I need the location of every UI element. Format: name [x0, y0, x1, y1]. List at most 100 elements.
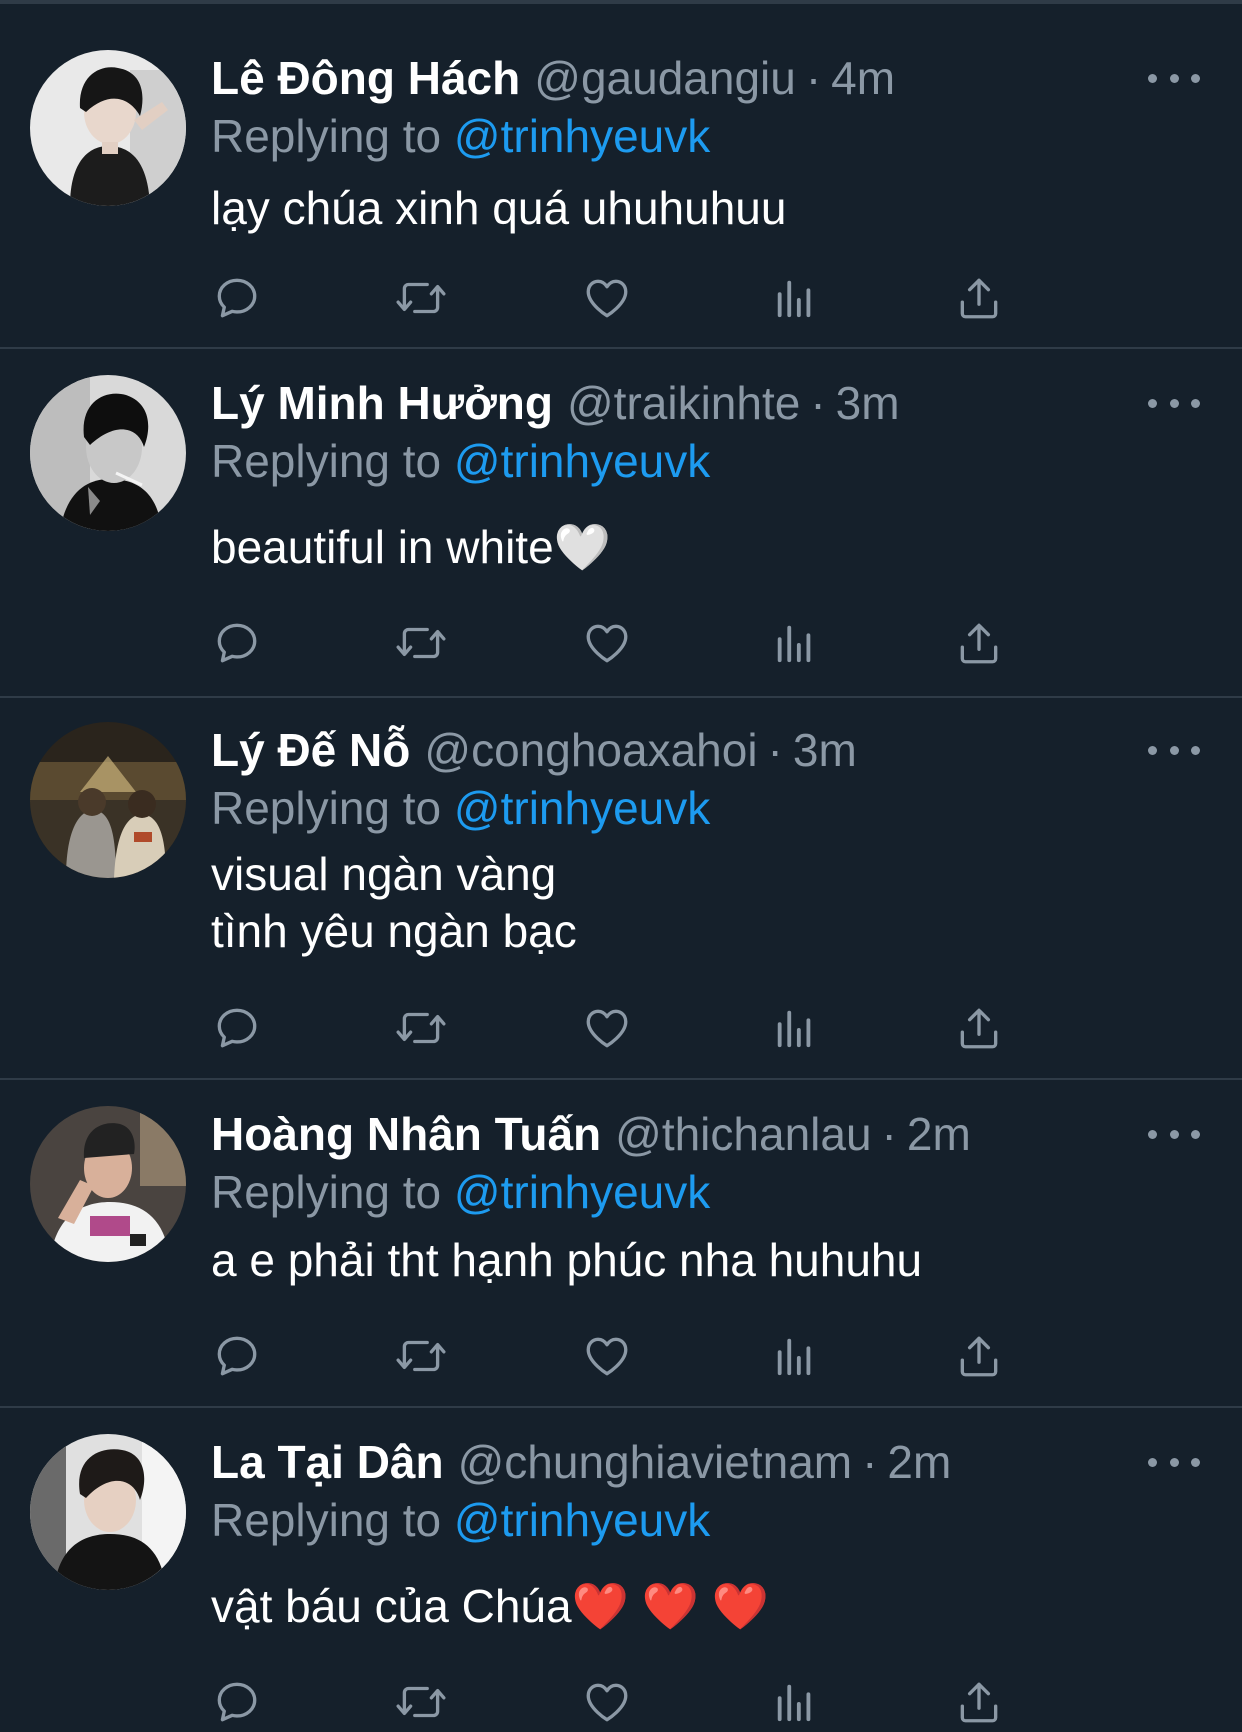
- more-dot: [1148, 1129, 1157, 1139]
- timestamp[interactable]: 3m: [793, 724, 857, 776]
- display-name[interactable]: Hoàng Nhân Tuấn: [211, 1108, 601, 1160]
- views-button[interactable]: [765, 268, 825, 328]
- retweet-icon: [396, 627, 446, 659]
- more-dot: [1169, 745, 1179, 755]
- share-button[interactable]: [949, 613, 1009, 673]
- retweet-button[interactable]: [391, 998, 451, 1058]
- tweet-actions: [211, 1326, 1091, 1386]
- like-icon: [586, 1009, 628, 1048]
- more-options-button[interactable]: [1148, 60, 1200, 96]
- retweet-button[interactable]: [391, 1326, 451, 1386]
- avatar[interactable]: [30, 375, 186, 531]
- avatar[interactable]: [30, 50, 186, 206]
- user-handle[interactable]: @chunghiavietnam: [458, 1436, 852, 1488]
- views-icon: [777, 625, 811, 663]
- more-options-button[interactable]: [1148, 385, 1200, 421]
- avatar[interactable]: [30, 1434, 186, 1590]
- views-icon: [777, 1338, 811, 1376]
- like-button[interactable]: [577, 613, 637, 673]
- share-button[interactable]: [949, 1326, 1009, 1386]
- reply-tweet[interactable]: Lý Minh Hưởng @traikinhte · 3m Replying to …: [0, 349, 1242, 698]
- views-icon: [777, 1684, 811, 1722]
- reply-button[interactable]: [207, 613, 267, 673]
- more-options-button[interactable]: [1148, 1116, 1200, 1152]
- reply-tweet[interactable]: Lê Đông Hách @gaudangiu · 4m Replying to @t…: [0, 4, 1242, 349]
- retweet-button[interactable]: [391, 613, 451, 673]
- like-icon: [586, 279, 628, 318]
- retweet-icon: [396, 282, 446, 314]
- share-button[interactable]: [949, 998, 1009, 1058]
- user-handle[interactable]: @traikinhte: [567, 377, 800, 429]
- mention-link[interactable]: @trinhyeuvk: [454, 110, 710, 162]
- more-dot: [1148, 1457, 1157, 1467]
- more-options-button[interactable]: [1148, 732, 1200, 768]
- more-dot: [1191, 73, 1200, 83]
- more-dot: [1169, 1457, 1179, 1467]
- user-handle[interactable]: @conghoaxahoi: [424, 724, 757, 776]
- like-button[interactable]: [577, 998, 637, 1058]
- views-button[interactable]: [765, 998, 825, 1058]
- tweet-text: lạy chúa xinh quá uhuhuhuu: [211, 182, 787, 234]
- reply-icon: [217, 1336, 257, 1376]
- tweet-header: La Tại Dân @chunghiavietnam · 2m: [211, 1430, 951, 1494]
- tweet-header: Lê Đông Hách @gaudangiu · 4m: [211, 46, 895, 110]
- tweet-actions: [211, 268, 1091, 328]
- display-name[interactable]: Lý Minh Hưởng: [211, 377, 553, 429]
- views-icon: [777, 280, 811, 318]
- display-name[interactable]: Lý Đế Nỗ: [211, 724, 410, 776]
- replying-to-label: Replying to: [211, 782, 442, 834]
- views-button[interactable]: [765, 613, 825, 673]
- display-name[interactable]: Lê Đông Hách: [211, 52, 520, 104]
- display-name[interactable]: La Tại Dân: [211, 1436, 444, 1488]
- more-dot: [1191, 745, 1200, 755]
- timestamp[interactable]: 2m: [907, 1108, 971, 1160]
- mention-link[interactable]: @trinhyeuvk: [454, 1494, 710, 1546]
- user-handle[interactable]: @gaudangiu: [534, 52, 796, 104]
- mention-link[interactable]: @trinhyeuvk: [454, 435, 710, 487]
- share-button[interactable]: [949, 268, 1009, 328]
- share-button[interactable]: [949, 1672, 1009, 1732]
- avatar[interactable]: [30, 722, 186, 878]
- tweet-actions: [211, 613, 1091, 673]
- reply-icon: [217, 1008, 257, 1048]
- share-icon: [960, 623, 998, 664]
- replying-to-label: Replying to: [211, 1166, 442, 1218]
- tweet-text: a e phải tht hạnh phúc nha huhuhu: [211, 1234, 923, 1286]
- timestamp[interactable]: 3m: [836, 377, 900, 429]
- retweet-icon: [396, 1686, 446, 1718]
- reply-button[interactable]: [207, 1326, 267, 1386]
- retweet-button[interactable]: [391, 1672, 451, 1732]
- views-button[interactable]: [765, 1672, 825, 1732]
- tweet-text: vật báu của Chúa❤️ ❤️ ❤️: [211, 1580, 769, 1632]
- mention-link[interactable]: @trinhyeuvk: [454, 1166, 710, 1218]
- reply-button[interactable]: [207, 268, 267, 328]
- retweet-icon: [396, 1012, 446, 1044]
- more-options-button[interactable]: [1148, 1444, 1200, 1480]
- mention-link[interactable]: @trinhyeuvk: [454, 782, 710, 834]
- reply-tweet[interactable]: Hoàng Nhân Tuấn @thichanlau · 2m Replying t…: [0, 1080, 1242, 1408]
- views-button[interactable]: [765, 1326, 825, 1386]
- like-button[interactable]: [577, 268, 637, 328]
- reply-tweet[interactable]: La Tại Dân @chunghiavietnam · 2m Replying t…: [0, 1408, 1242, 1732]
- reply-button[interactable]: [207, 1672, 267, 1732]
- tweet-actions: [211, 1672, 1091, 1732]
- avatar[interactable]: [30, 1106, 186, 1262]
- reply-button[interactable]: [207, 998, 267, 1058]
- more-dot: [1169, 1129, 1179, 1139]
- more-dot: [1148, 398, 1157, 408]
- reply-tweet[interactable]: Lý Đế Nỗ @conghoaxahoi · 3m Replying to @tr…: [0, 698, 1242, 1080]
- separator-dot: ·: [810, 377, 826, 429]
- tweet-text: visual ngàn vàng tình yêu ngàn bạc: [211, 848, 577, 957]
- user-handle[interactable]: @thichanlau: [615, 1108, 871, 1160]
- like-button[interactable]: [577, 1326, 637, 1386]
- replying-to-line: Replying to @trinhyeuvk: [211, 776, 710, 840]
- like-icon: [586, 624, 628, 663]
- separator-dot: ·: [881, 1108, 897, 1160]
- timestamp[interactable]: 4m: [831, 52, 895, 104]
- separator-dot: ·: [862, 1436, 878, 1488]
- like-button[interactable]: [577, 1672, 637, 1732]
- share-icon: [960, 1336, 998, 1377]
- timestamp[interactable]: 2m: [887, 1436, 951, 1488]
- retweet-button[interactable]: [391, 268, 451, 328]
- more-dot: [1169, 398, 1179, 408]
